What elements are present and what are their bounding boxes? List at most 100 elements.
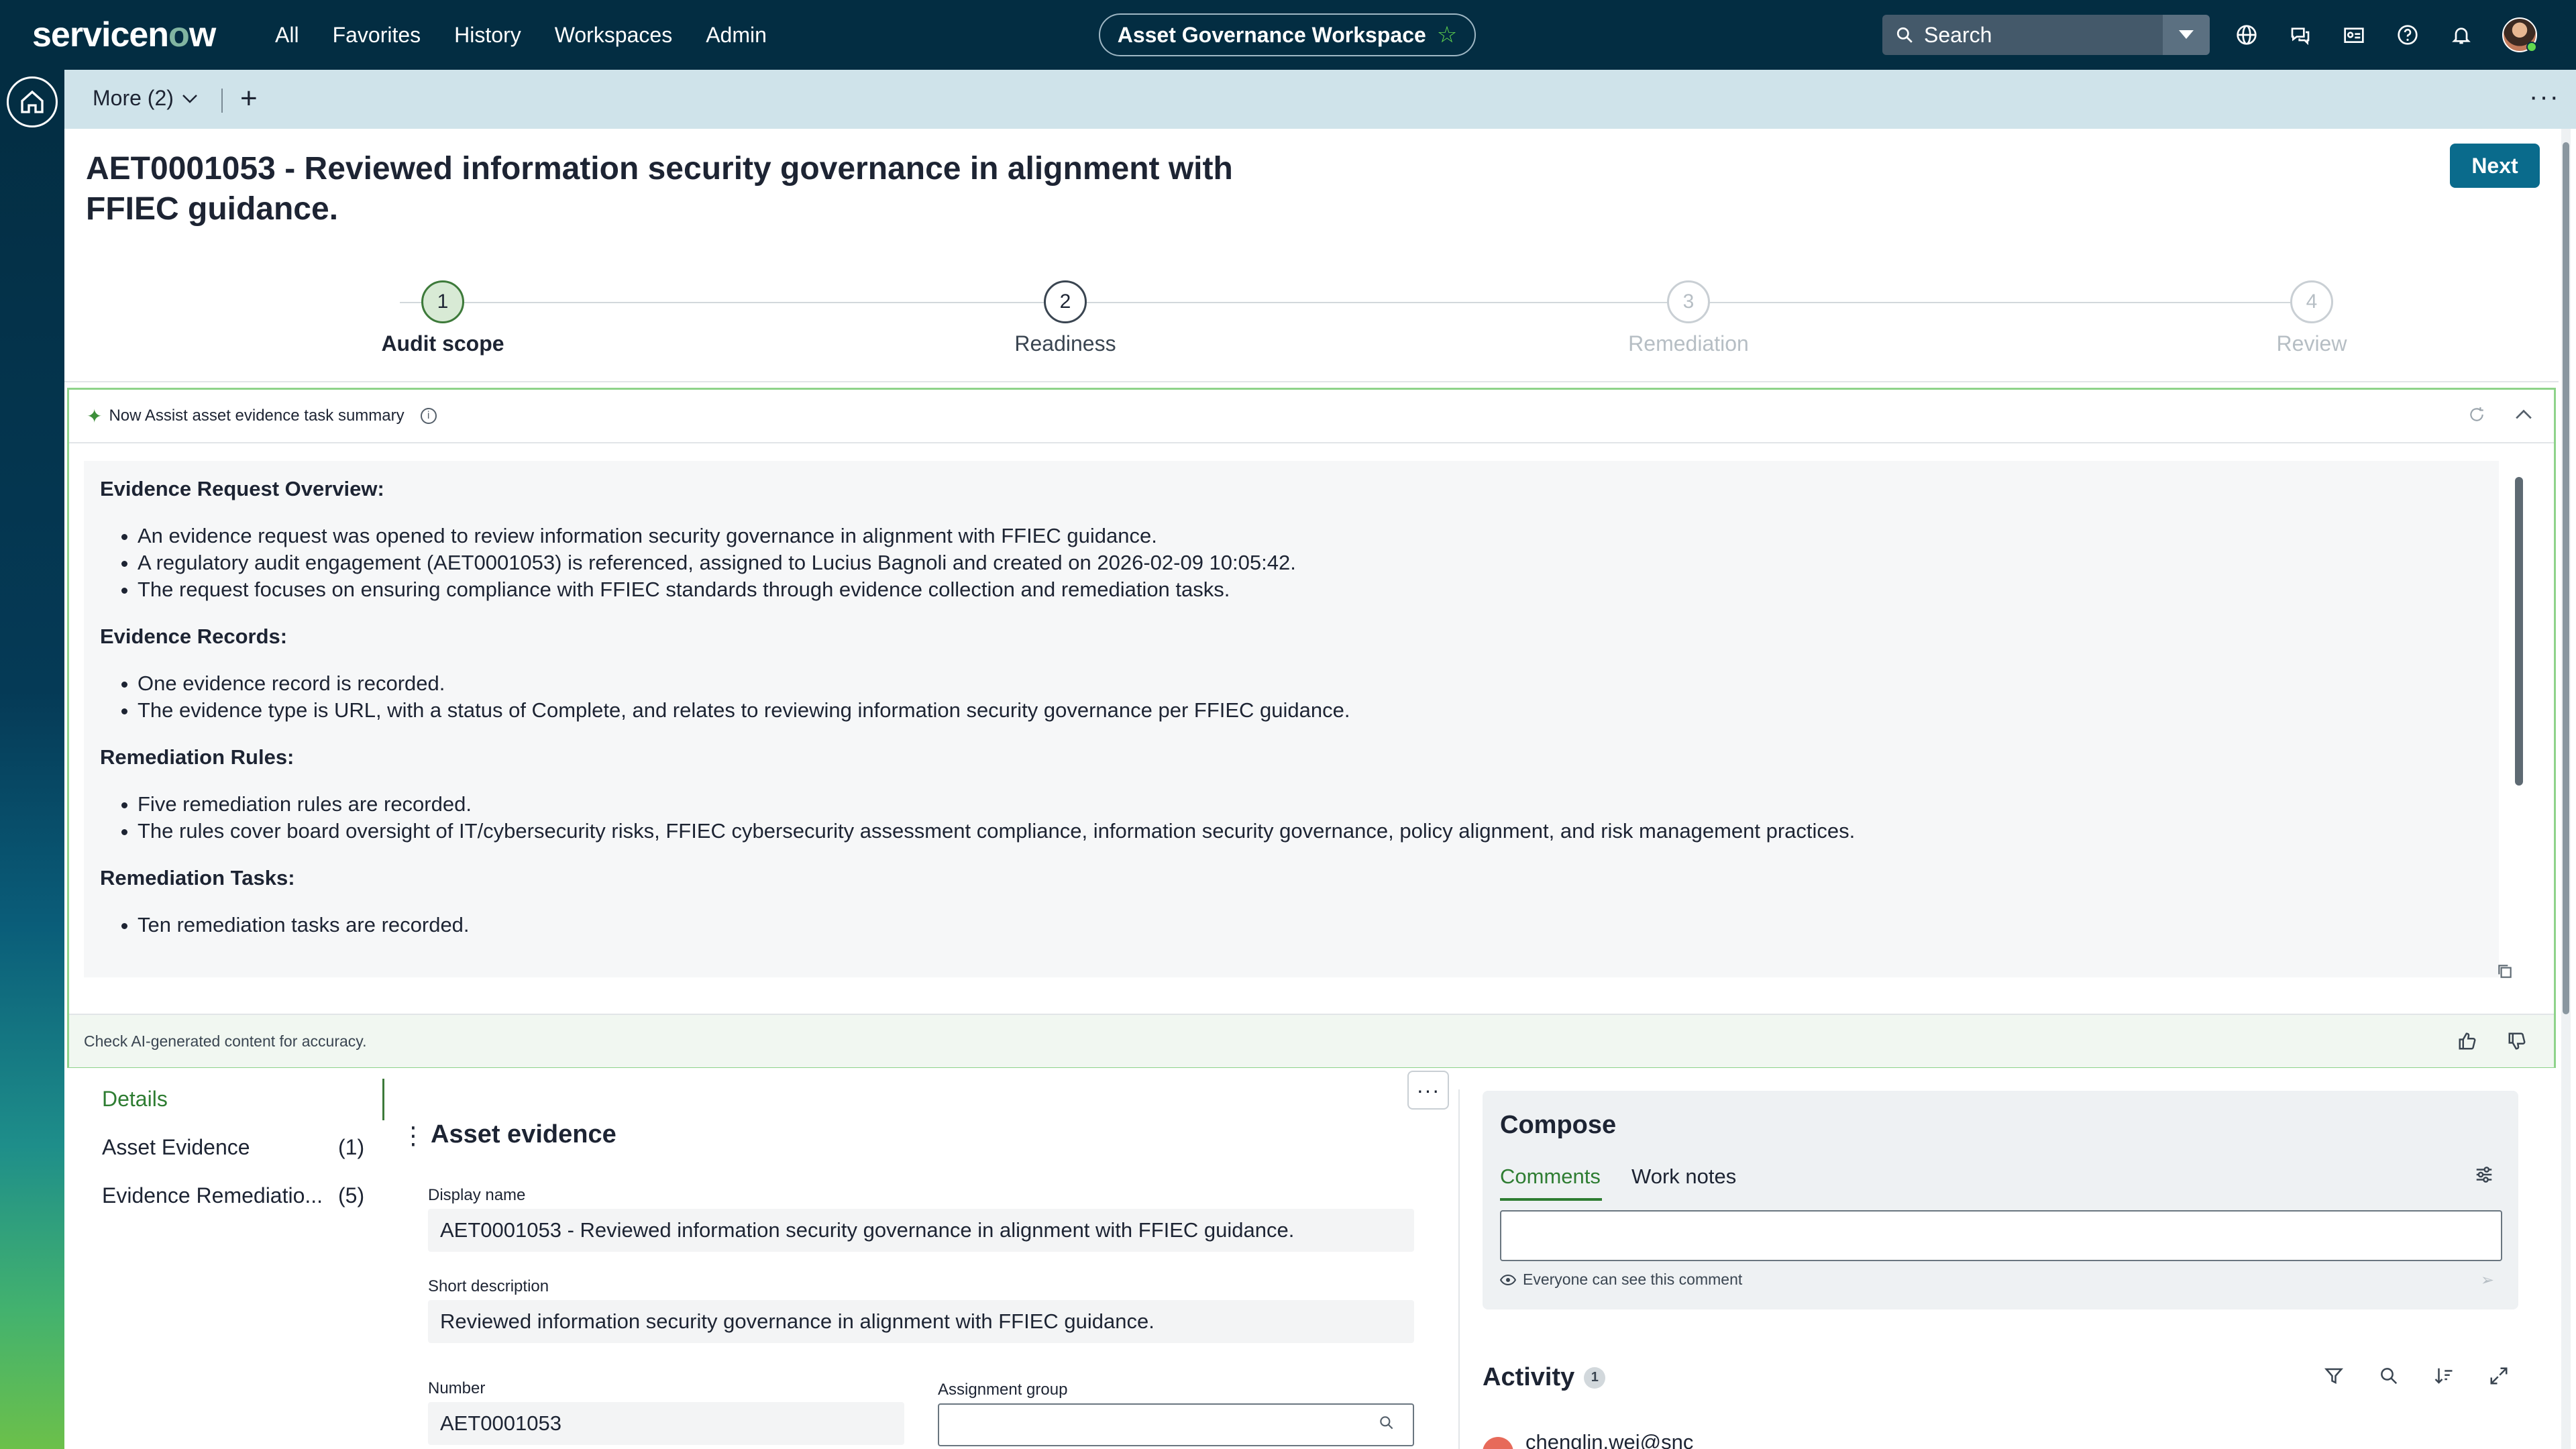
step-label: Review <box>2276 331 2347 356</box>
page-scrollbar-thumb[interactable] <box>2563 142 2569 1014</box>
bullet: An evidence request was opened to review… <box>100 523 2483 549</box>
left-rail <box>0 70 64 1449</box>
compose-title: Compose <box>1500 1111 1617 1139</box>
section-bullets: Five remediation rules are recorded. The… <box>100 791 2483 845</box>
step-audit-scope[interactable]: 1 Audit scope <box>309 275 577 356</box>
chevron-down-icon <box>182 94 197 103</box>
tab-bar-more-icon[interactable]: ··· <box>2529 82 2560 112</box>
info-icon[interactable]: i <box>420 408 437 424</box>
summary-footer: Check AI-generated content for accuracy. <box>69 1014 2554 1067</box>
sort-icon[interactable] <box>2432 1364 2455 1387</box>
send-icon[interactable]: ➢ <box>2481 1271 2494 1290</box>
step-readiness[interactable]: 2 Readiness <box>931 275 1199 356</box>
summary-header-actions <box>2467 405 2534 425</box>
workspace-title: Asset Governance Workspace <box>1117 22 1426 47</box>
logo-text-start: servicen <box>32 15 169 54</box>
sparkle-icon: ✦ <box>87 405 103 427</box>
nav-history[interactable]: History <box>454 23 521 48</box>
globe-icon[interactable] <box>2234 22 2259 48</box>
record-section-nav: Details Asset Evidence (1) Evidence Reme… <box>64 1076 384 1449</box>
expand-icon[interactable] <box>2487 1364 2510 1387</box>
section-heading: Remediation Rules: <box>100 745 294 769</box>
section-bullets: One evidence record is recorded. The evi… <box>100 670 2483 724</box>
top-navigation-bar: servicenow All Favorites History Workspa… <box>0 0 2576 70</box>
section-heading: Remediation Tasks: <box>100 866 295 890</box>
nav-favorites[interactable]: Favorites <box>333 23 421 48</box>
user-avatar[interactable] <box>2502 17 2537 52</box>
tab-comments[interactable]: Comments <box>1500 1165 1601 1189</box>
nav-item-evidence-remediation[interactable]: Evidence Remediatio... <box>102 1183 323 1208</box>
help-icon[interactable] <box>2395 22 2420 48</box>
nav-item-asset-evidence[interactable]: Asset Evidence <box>102 1135 250 1160</box>
chat-icon[interactable] <box>2288 22 2313 48</box>
short-description-field[interactable]: Reviewed information security governance… <box>428 1300 1414 1343</box>
ai-disclaimer: Check AI-generated content for accuracy. <box>84 1032 367 1050</box>
nav-all[interactable]: All <box>275 23 299 48</box>
active-tab-underline <box>1500 1198 1602 1201</box>
assignment-group-field[interactable] <box>938 1403 1414 1446</box>
display-name-field[interactable]: AET0001053 - Reviewed information securi… <box>428 1209 1414 1252</box>
thumbs-down-icon[interactable] <box>2507 1031 2527 1051</box>
active-nav-indicator <box>382 1079 384 1120</box>
summary-scrollbar-thumb[interactable] <box>2515 477 2523 786</box>
bullet: The rules cover board oversight of IT/cy… <box>100 818 2483 845</box>
comment-textarea[interactable] <box>1500 1210 2502 1261</box>
step-label: Audit scope <box>381 331 504 356</box>
number-field[interactable]: AET0001053 <box>428 1402 904 1445</box>
visibility-text: Everyone can see this comment <box>1523 1271 1743 1288</box>
summary-header: ✦ Now Assist asset evidence task summary… <box>69 390 2554 443</box>
feedback-buttons <box>2457 1031 2527 1051</box>
nav-item-details[interactable]: Details <box>102 1087 168 1112</box>
top-icon-group <box>2234 0 2537 70</box>
refresh-icon[interactable] <box>2467 405 2487 425</box>
collapse-chevron-up-icon[interactable] <box>2514 405 2534 425</box>
bullet: Ten remediation tasks are recorded. <box>100 912 2483 938</box>
search-scope-dropdown[interactable] <box>2163 15 2210 55</box>
tab-separator <box>221 89 223 113</box>
favorite-star-icon[interactable]: ☆ <box>1437 21 1457 48</box>
section-heading: Evidence Records: <box>100 625 288 648</box>
lookup-search-icon[interactable] <box>1378 1414 1395 1435</box>
add-tab-button[interactable]: + <box>240 82 258 115</box>
section-bullets: An evidence request was opened to review… <box>100 523 2483 603</box>
progress-stepper: 1 Audit scope 2 Readiness 3 Remediation … <box>64 275 2559 376</box>
global-search-input[interactable]: Search <box>1882 15 2163 55</box>
page-scrollbar[interactable] <box>2561 129 2571 1449</box>
filter-icon[interactable] <box>2322 1364 2345 1387</box>
step-number: 4 <box>2290 280 2333 323</box>
bullet: A regulatory audit engagement (AET000105… <box>100 549 2483 576</box>
home-button[interactable] <box>7 76 58 127</box>
logo-text-o: o <box>168 15 190 54</box>
compose-settings-icon[interactable] <box>2474 1165 2494 1190</box>
workspace-title-pill[interactable]: Asset Governance Workspace ☆ <box>1099 13 1476 56</box>
form-more-actions-button[interactable]: ··· <box>1407 1071 1449 1110</box>
column-divider <box>1458 1089 1460 1449</box>
tab-work-notes[interactable]: Work notes <box>1631 1165 1736 1189</box>
more-tabs-dropdown[interactable]: More (2) <box>93 86 198 111</box>
comment-visibility-note: Everyone can see this comment <box>1500 1271 1742 1289</box>
online-status-dot <box>2526 42 2537 52</box>
notifications-bell-icon[interactable] <box>2449 22 2474 48</box>
step-label: Remediation <box>1628 331 1749 356</box>
compose-panel: Compose Comments Work notes Everyone can… <box>1483 1091 2518 1309</box>
nav-item-count: (1) <box>338 1135 365 1159</box>
servicenow-logo[interactable]: servicenow <box>32 15 216 55</box>
search-placeholder: Search <box>1924 22 1992 47</box>
next-button[interactable]: Next <box>2450 144 2540 188</box>
number-label: Number <box>428 1379 486 1397</box>
nav-item-count: (5) <box>338 1183 365 1208</box>
activity-count-badge: 1 <box>1584 1366 1606 1389</box>
nav-links: All Favorites History Workspaces Admin <box>275 0 800 70</box>
nav-workspaces[interactable]: Workspaces <box>555 23 672 48</box>
activity-header: Activity 1 <box>1483 1363 1606 1392</box>
copy-icon[interactable] <box>2496 963 2516 983</box>
thumbs-up-icon[interactable] <box>2457 1031 2477 1051</box>
section-heading: Evidence Request Overview: <box>100 477 384 500</box>
short-description-label: Short description <box>428 1277 549 1295</box>
activity-user-name[interactable]: chenglin.wei@snc <box>1525 1430 1693 1449</box>
form-section-kebab-icon[interactable]: ⋮ <box>401 1122 425 1150</box>
nav-admin[interactable]: Admin <box>706 23 767 48</box>
form-section-title: Asset evidence <box>431 1120 616 1148</box>
search-icon[interactable] <box>2377 1364 2400 1387</box>
contact-card-icon[interactable] <box>2341 22 2367 48</box>
